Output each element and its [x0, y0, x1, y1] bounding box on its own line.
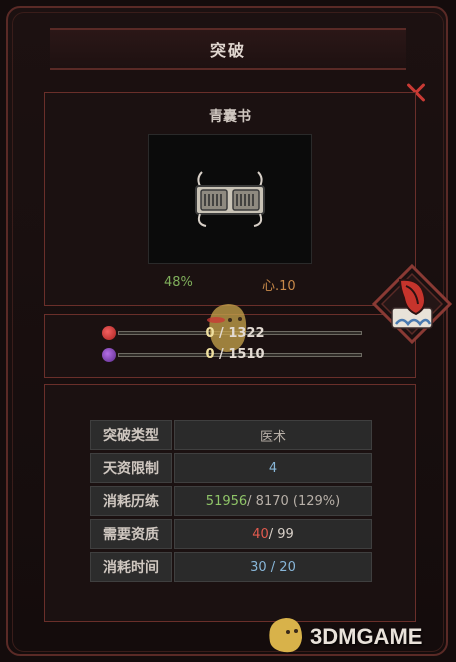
bar-current: 0	[205, 326, 215, 341]
bar-separator: /	[214, 347, 229, 362]
stat-row-talent-limit: 天资限制 4	[90, 453, 372, 483]
stat-value: 51956 / 8170 (129%)	[174, 486, 372, 516]
stat-value: 30 / 20	[174, 552, 372, 582]
stat-label: 消耗历练	[90, 486, 172, 516]
medicine-emblem-icon[interactable]	[370, 264, 454, 354]
stat-row-time: 消耗时间 30 / 20	[90, 552, 372, 582]
bar-separator: /	[214, 326, 229, 341]
stat-row-type: 突破类型 医术	[90, 420, 372, 450]
bar-value-purple: 0 / 1510	[104, 347, 366, 362]
stat-value-current: 51956	[205, 493, 248, 509]
item-name: 青囊书	[209, 109, 251, 125]
progress-percent: 48%	[164, 275, 193, 290]
watermark-text: 3DMGAME	[310, 624, 423, 649]
stats-table: 突破类型 医术 天资限制 4 消耗历练 51956 / 8170 (129%) …	[90, 420, 372, 585]
stat-label: 需要资质	[90, 519, 172, 549]
stat-row-experience: 消耗历练 51956 / 8170 (129%)	[90, 486, 372, 516]
stat-value: 医术	[174, 420, 372, 450]
stat-value: 4	[174, 453, 372, 483]
bar-max: 1510	[228, 347, 265, 362]
stat-value-current: 40	[252, 526, 269, 542]
stat-label: 天资限制	[90, 453, 172, 483]
stat-value-rest: / 8170 (129%)	[247, 493, 341, 509]
stat-label: 突破类型	[90, 420, 172, 450]
stat-value-rest: / 99	[268, 526, 294, 542]
heart-level: 心.10	[262, 279, 296, 294]
title-bar: 突破	[50, 28, 406, 70]
bar-max: 1322	[228, 326, 265, 341]
stat-label: 消耗时间	[90, 552, 172, 582]
bar-value-red: 0 / 1322	[104, 326, 366, 341]
scroll-book-icon	[195, 171, 265, 227]
stat-value: 40 / 99	[174, 519, 372, 549]
stat-row-aptitude: 需要资质 40 / 99	[90, 519, 372, 549]
page-title: 突破	[209, 41, 246, 60]
bar-current: 0	[205, 347, 215, 362]
